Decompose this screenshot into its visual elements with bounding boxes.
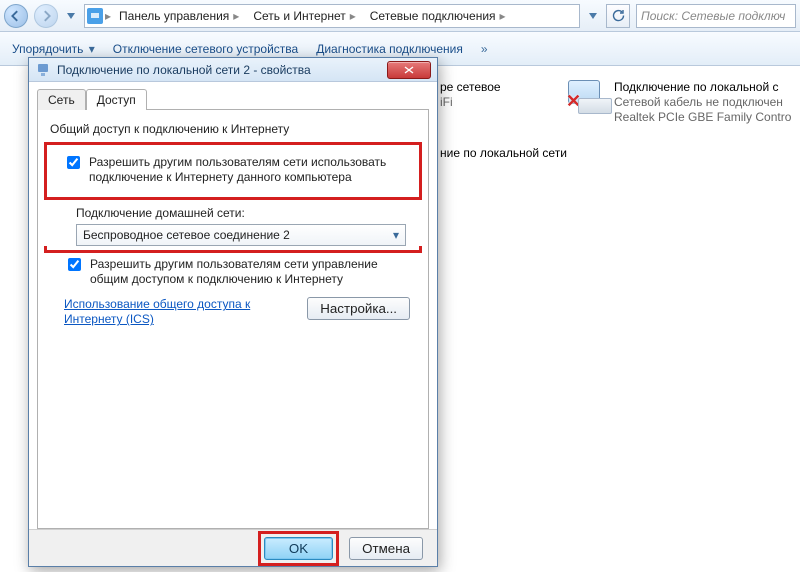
settings-button[interactable]: Настройка... bbox=[307, 297, 410, 320]
tab-sharing-pane: Общий доступ к подключению к Интернету Р… bbox=[37, 109, 429, 529]
network-folder-icon bbox=[87, 8, 103, 24]
checkbox-label: Разрешить другим пользователям сети упра… bbox=[90, 257, 410, 287]
chevron-right-icon: ▸ bbox=[233, 9, 239, 23]
chevron-down-icon: ▾ bbox=[393, 228, 399, 242]
breadcrumb-bar[interactable]: ▸ Панель управления ▸ Сеть и Интернет ▸ … bbox=[84, 4, 580, 28]
nav-back-button[interactable] bbox=[4, 4, 28, 28]
checkbox-input[interactable] bbox=[67, 156, 80, 169]
breadcrumb-control-panel[interactable]: Панель управления ▸ bbox=[113, 5, 245, 27]
chevron-down-icon: ▾ bbox=[89, 42, 95, 56]
connection-title: ре сетевое bbox=[440, 80, 501, 95]
chevron-right-icon: ▸ bbox=[105, 9, 111, 23]
highlight-ok: OK bbox=[258, 531, 339, 566]
checkbox-allow-sharing[interactable]: Разрешить другим пользователям сети испо… bbox=[63, 155, 411, 185]
dialog-footer: OK Отмена bbox=[29, 529, 437, 566]
combo-value: Беспроводное сетевое соединение 2 bbox=[83, 228, 290, 242]
tab-network[interactable]: Сеть bbox=[37, 89, 86, 110]
menu-label: Отключение сетевого устройства bbox=[113, 42, 298, 56]
menu-label: Диагностика подключения bbox=[316, 42, 463, 56]
connection-item-lan[interactable]: ние по локальной сети bbox=[440, 146, 670, 161]
connection-title: ние по локальной сети bbox=[440, 146, 567, 161]
close-button[interactable] bbox=[387, 61, 431, 79]
cancel-button[interactable]: Отмена bbox=[349, 537, 423, 560]
checkbox-label: Разрешить другим пользователям сети испо… bbox=[89, 155, 411, 185]
close-icon bbox=[404, 66, 414, 74]
nav-forward-button[interactable] bbox=[34, 4, 58, 28]
ics-help-link[interactable]: Использование общего доступа к Интернету… bbox=[64, 297, 274, 327]
home-network-combo[interactable]: Беспроводное сетевое соединение 2 ▾ bbox=[76, 224, 406, 246]
overflow-chevron-icon[interactable]: » bbox=[481, 42, 488, 56]
menu-label: Упорядочить bbox=[12, 42, 83, 56]
breadcrumb-label: Панель управления bbox=[119, 9, 229, 23]
tab-strip: Сеть Доступ bbox=[37, 89, 429, 110]
ok-button[interactable]: OK bbox=[264, 537, 333, 560]
disable-device-menu[interactable]: Отключение сетевого устройства bbox=[113, 42, 298, 56]
connection-sub: iFi bbox=[440, 95, 501, 110]
properties-dialog: Подключение по локальной сети 2 - свойст… bbox=[28, 57, 438, 567]
breadcrumb-network-connections[interactable]: Сетевые подключения ▸ bbox=[364, 5, 512, 27]
dialog-titlebar[interactable]: Подключение по локальной сети 2 - свойст… bbox=[29, 58, 437, 82]
chevron-right-icon: ▸ bbox=[350, 9, 356, 23]
link-row: Использование общего доступа к Интернету… bbox=[64, 297, 410, 327]
breadcrumb-dropdown[interactable] bbox=[586, 4, 600, 28]
address-bar: ▸ Панель управления ▸ Сеть и Интернет ▸ … bbox=[0, 0, 800, 32]
highlight-allow-sharing: Разрешить другим пользователям сети испо… bbox=[44, 142, 422, 200]
nav-history-dropdown[interactable] bbox=[64, 4, 78, 28]
search-input[interactable]: Поиск: Сетевые подключ bbox=[636, 4, 796, 28]
search-placeholder: Поиск: Сетевые подключ bbox=[641, 9, 785, 23]
breadcrumb-label: Сеть и Интернет bbox=[253, 9, 345, 23]
highlight-combo-underline bbox=[44, 246, 422, 253]
dialog-title: Подключение по локальной сети 2 - свойст… bbox=[57, 63, 381, 77]
connection-status: Сетевой кабель не подключен bbox=[614, 95, 791, 110]
ethernet-icon: ✕ bbox=[568, 80, 604, 112]
home-network-label: Подключение домашней сети: bbox=[76, 206, 416, 220]
connection-item-ethernet[interactable]: ✕ Подключение по локальной с Сетевой каб… bbox=[568, 80, 798, 125]
dialog-body: Сеть Доступ Общий доступ к подключению к… bbox=[29, 82, 437, 529]
checkbox-input[interactable] bbox=[68, 258, 81, 271]
connection-title: Подключение по локальной с bbox=[614, 80, 791, 95]
breadcrumb-label: Сетевые подключения bbox=[370, 9, 496, 23]
breadcrumb-network-internet[interactable]: Сеть и Интернет ▸ bbox=[247, 5, 361, 27]
diagnose-menu[interactable]: Диагностика подключения bbox=[316, 42, 463, 56]
group-label: Общий доступ к подключению к Интернету bbox=[50, 122, 416, 136]
chevron-right-icon: ▸ bbox=[500, 9, 506, 23]
adapter-icon bbox=[35, 62, 51, 78]
tab-sharing[interactable]: Доступ bbox=[86, 89, 147, 110]
connection-device: Realtek PCIe GBE Family Contro bbox=[614, 110, 791, 125]
checkbox-allow-control[interactable]: Разрешить другим пользователям сети упра… bbox=[64, 257, 410, 287]
refresh-button[interactable] bbox=[606, 4, 630, 28]
organize-menu[interactable]: Упорядочить ▾ bbox=[12, 42, 95, 56]
